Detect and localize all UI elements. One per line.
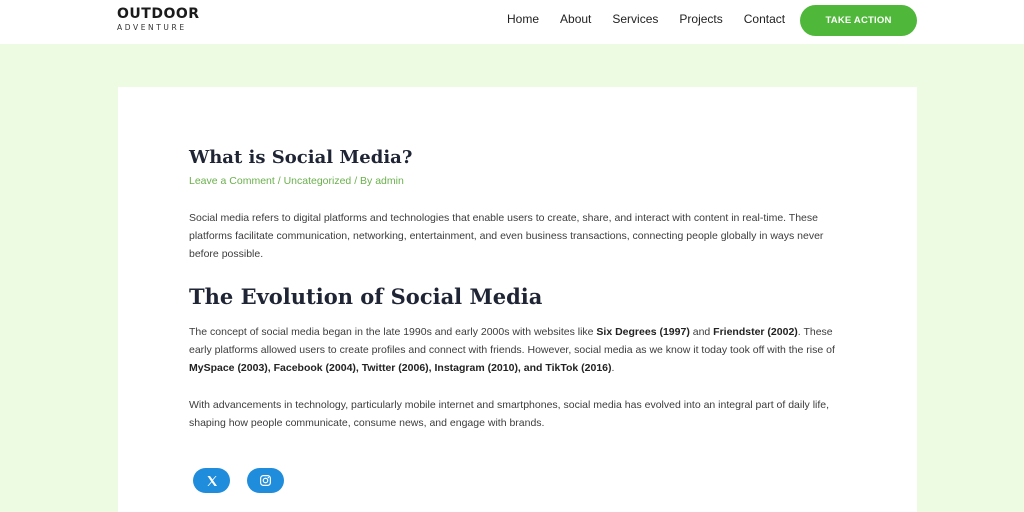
history-text-2: and	[689, 326, 714, 338]
leave-comment-link[interactable]: Leave a Comment	[189, 175, 275, 187]
advancements-paragraph: With advancements in technology, particu…	[189, 399, 830, 430]
meta-by-label: / By	[351, 175, 376, 187]
take-action-button[interactable]: TAKE ACTION	[800, 5, 917, 36]
history-bold-2: Friendster (2002)	[713, 326, 798, 338]
x-share-button[interactable]	[193, 468, 230, 493]
x-icon	[207, 475, 217, 486]
nav-services[interactable]: Services	[612, 12, 658, 26]
author-link[interactable]: admin	[375, 175, 404, 187]
nav-home[interactable]: Home	[507, 12, 539, 26]
nav-contact[interactable]: Contact	[744, 12, 785, 26]
site-header: OUTDOOR ADVENTURE Home About Services Pr…	[0, 0, 1024, 44]
nav-projects[interactable]: Projects	[679, 12, 722, 26]
social-share-bar	[193, 468, 301, 493]
category-link[interactable]: Uncategorized	[284, 175, 352, 187]
site-logo[interactable]: OUTDOOR ADVENTURE	[117, 6, 200, 33]
logo-main-text: OUTDOOR	[117, 6, 200, 22]
post-meta: Leave a Comment / Uncategorized / By adm…	[189, 175, 404, 187]
instagram-share-button[interactable]	[247, 468, 284, 493]
instagram-icon	[260, 475, 271, 486]
history-bold-1: Six Degrees (1997)	[596, 326, 690, 338]
article-card: What is Social Media? Leave a Comment / …	[118, 87, 917, 512]
meta-separator: /	[274, 175, 284, 187]
logo-sub-text: ADVENTURE	[117, 23, 187, 32]
main-nav: Home About Services Projects Contact	[507, 12, 806, 26]
nav-about[interactable]: About	[560, 12, 591, 26]
post-title: What is Social Media?	[189, 147, 413, 168]
section-heading: The Evolution of Social Media	[189, 284, 543, 309]
history-text-4: .	[611, 362, 615, 375]
history-bold-3: MySpace (2003), Facebook (2004), Twitter…	[189, 362, 612, 375]
history-text-1: The concept of social media began in the…	[189, 326, 597, 338]
history-paragraph: The concept of social media began in the…	[189, 323, 849, 378]
intro-paragraph: Social media refers to digital platforms…	[189, 212, 824, 261]
